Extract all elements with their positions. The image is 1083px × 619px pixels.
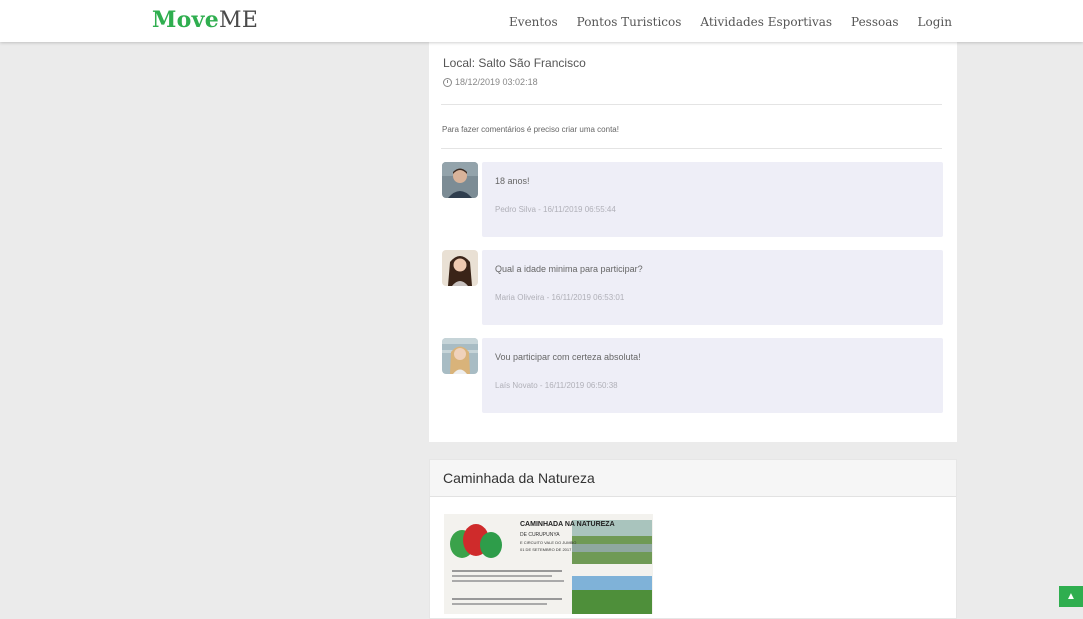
comment-bubble: 18 anos! Pedro Silva - 16/11/2019 06:55:… bbox=[482, 162, 943, 237]
scroll-to-top-button[interactable]: ▲ bbox=[1059, 586, 1083, 607]
brand-logo-move: Move bbox=[152, 7, 220, 33]
event-datetime: 18/12/2019 03:02:18 bbox=[443, 77, 538, 87]
brand-logo-me: ME bbox=[219, 8, 259, 33]
nav-link-login[interactable]: Login bbox=[918, 15, 952, 29]
avatar bbox=[442, 338, 478, 374]
event-poster-image[interactable]: CAMINHADA NA NATUREZA DE CURUPUNYA E CIR… bbox=[444, 514, 653, 614]
chevron-up-icon: ▲ bbox=[1066, 591, 1076, 602]
avatar bbox=[442, 250, 478, 286]
nav-menu: Eventos Pontos Turisticos Atividades Esp… bbox=[509, 15, 952, 29]
event-datetime-text: 18/12/2019 03:02:18 bbox=[455, 77, 538, 87]
poster-heading: CAMINHADA NA NATUREZA bbox=[520, 521, 615, 528]
nav-link-pontos-turisticos[interactable]: Pontos Turisticos bbox=[577, 15, 682, 29]
event-card[interactable]: Caminhada da Natureza CAMINHADA NA NATUR… bbox=[429, 459, 957, 619]
poster-line: DE CURUPUNYA bbox=[520, 532, 560, 538]
divider bbox=[441, 104, 942, 105]
event-detail-card: Local: Salto São Francisco 18/12/2019 03… bbox=[429, 42, 957, 442]
poster-line: 01 DE SETEMBRO DE 2017 bbox=[520, 547, 572, 552]
comment-bubble: Qual a idade minima para participar? Mar… bbox=[482, 250, 943, 325]
event-card-header: Caminhada da Natureza bbox=[430, 460, 956, 497]
comment-text: Qual a idade minima para participar? bbox=[495, 264, 643, 274]
comment-login-notice: Para fazer comentários é preciso criar u… bbox=[442, 125, 619, 134]
comment-meta: Laís Novato - 16/11/2019 06:50:38 bbox=[495, 381, 618, 390]
poster-line: E CIRCUITO VALE DO JUMBO bbox=[520, 540, 576, 545]
comment-text: Vou participar com certeza absoluta! bbox=[495, 352, 641, 362]
event-card-title[interactable]: Caminhada da Natureza bbox=[443, 470, 595, 486]
event-location: Local: Salto São Francisco bbox=[443, 56, 586, 70]
top-navbar: MoveME Eventos Pontos Turisticos Ativida… bbox=[0, 0, 1083, 42]
brand-logo[interactable]: MoveME bbox=[152, 7, 258, 33]
nav-link-pessoas[interactable]: Pessoas bbox=[851, 15, 899, 29]
avatar bbox=[442, 162, 478, 198]
nav-link-atividades-esportivas[interactable]: Atividades Esportivas bbox=[700, 15, 832, 29]
divider bbox=[441, 148, 942, 149]
comment-meta: Maria Oliveira - 16/11/2019 06:53:01 bbox=[495, 293, 625, 302]
comment-meta: Pedro Silva - 16/11/2019 06:55:44 bbox=[495, 205, 616, 214]
comment-text: 18 anos! bbox=[495, 176, 530, 186]
comment-bubble: Vou participar com certeza absoluta! Laí… bbox=[482, 338, 943, 413]
clock-icon bbox=[443, 77, 452, 87]
nav-link-eventos[interactable]: Eventos bbox=[509, 15, 558, 29]
